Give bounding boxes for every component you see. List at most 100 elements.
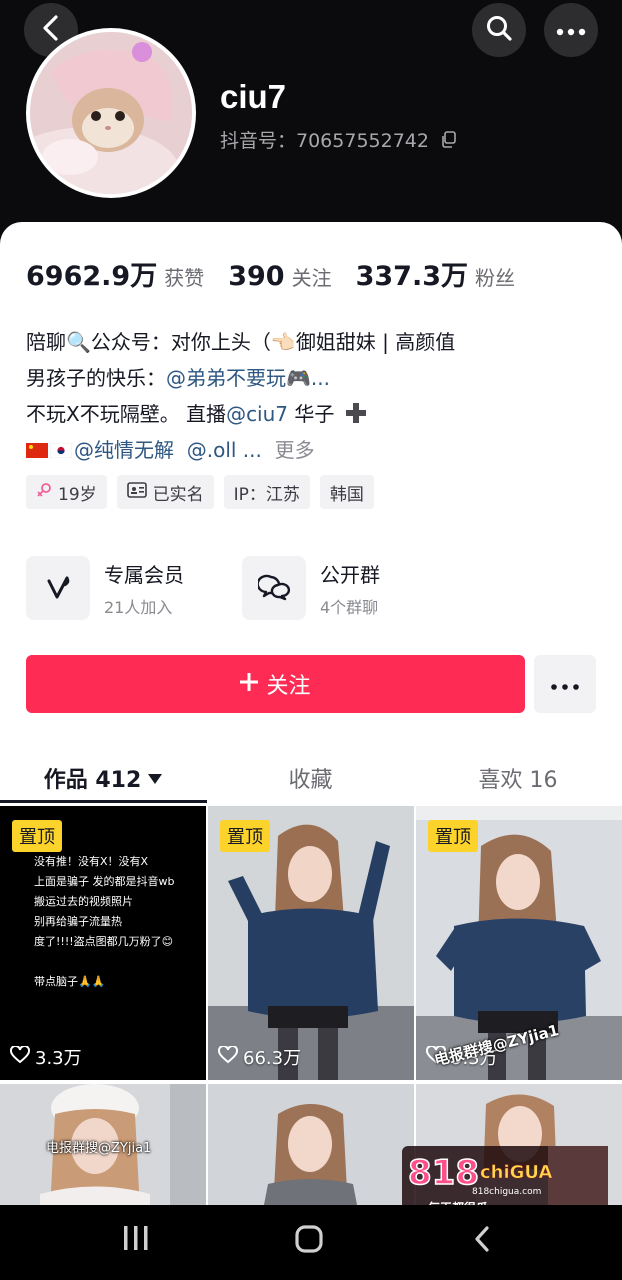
like-count: 3.3万 [10,1044,82,1070]
content-tabs: 作品 412 收藏 喜欢 16 [0,752,622,804]
text-post-line: 度了!!!!盗点图都几万粉了😊 [34,935,174,948]
video-thumb-photo [208,1084,414,1210]
gamepad-emoji-icon: 🎮 [286,366,311,390]
mention-link[interactable]: @纯情无解 [74,438,174,462]
stat-likes-count: 6962.9万 [26,261,158,292]
stat-following-label[interactable]: 关注 [292,262,332,291]
plus-emoji-icon [334,402,366,426]
pointing-hand-emoji-icon: 👈🏻 [270,330,296,354]
video-thumb-text-post[interactable]: 置顶 没有推！没有X！没有X 上面是骗子 发的都是抖音wb 搬运过去的视频照片 … [0,806,206,1080]
pinned-badge: 置顶 [220,820,270,852]
member-subtitle: 21人加入 [104,597,173,617]
korea-flag-icon [49,433,73,459]
tab-works-label: 作品 412 [43,768,142,793]
tag-ip: IP：江苏 [223,475,310,509]
bio: 陪聊🔍公众号：对你上头（👈🏻御姐甜妹 | 高颜值 男孩子的快乐：@弟弟不要玩🎮.… [26,324,606,468]
douyin-id: 抖音号：70657552742 [220,126,457,153]
more-icon [556,21,586,40]
home-button[interactable] [294,1225,324,1257]
tag-verified-text: 已实名 [152,484,204,505]
stats-row: 6962.9万 获赞 390 关注 337.3万 粉丝 [26,254,539,293]
member-title: 专属会员 [104,562,184,587]
text-post-line: 搬运过去的视频照片 [34,895,133,908]
tag-ip-text: IP：江苏 [233,484,300,505]
watermark-text: 电报群搜@ZYjia1 [46,1141,152,1156]
bio-line-3: 不玩X不玩隔壁。 直播@ciu7 华子 [26,396,606,432]
more-bio-link[interactable]: 更多 [275,438,315,462]
back-icon [40,15,62,45]
mention-link[interactable]: @弟弟不要玩 [166,366,286,390]
exclusive-member-entry[interactable]: 专属会员 21人加入 [26,556,184,620]
pinned-badge: 置顶 [428,820,478,852]
stat-followers-count[interactable]: 337.3万 [356,254,468,293]
douyin-id-text: 抖音号：70657552742 [220,130,429,152]
bio-line-1: 陪聊🔍公众号：对你上头（👈🏻御姐甜妹 | 高颜值 [26,324,606,360]
stat-following-count[interactable]: 390 [228,261,284,292]
stat-likes-label: 获赞 [164,266,205,290]
avatar-kitten-image [30,32,192,194]
tag-region-text: 韩国 [329,484,364,505]
home-icon [294,1225,324,1257]
plus-icon [240,672,259,697]
bio-line-2: 男孩子的快乐：@弟弟不要玩🎮... [26,360,606,396]
like-count-text: 3.3万 [35,1048,82,1069]
mention-link[interactable]: @.oll ... [187,438,262,462]
copy-icon[interactable] [441,130,457,153]
recent-apps-icon [122,1226,150,1255]
stat-followers-label[interactable]: 粉丝 [475,262,515,291]
member-v-icon [26,556,90,620]
tab-works[interactable]: 作品 412 [0,752,207,804]
tab-favorites-label: 收藏 [288,768,333,793]
text-post-line: 没有推！没有X！没有X [34,855,149,868]
group-subtitle: 4个群聊 [320,597,379,617]
mention-link[interactable]: @ciu7 [226,402,288,426]
bio-text: 男孩子的快乐： [26,366,166,390]
text-post-line: 别再给骗子流量热 [34,915,122,928]
bio-line-4: @纯情无解 @.oll ... 更多 [26,432,606,468]
avatar[interactable] [26,28,196,198]
username: ciu7 [220,78,287,115]
video-thumb-5[interactable] [208,1084,414,1210]
tab-likes[interactable]: 喜欢 16 [414,752,622,804]
follow-more-button[interactable] [534,655,596,713]
heart-icon [218,1044,238,1069]
bio-text: 御姐甜妹 | 高颜值 [295,330,456,354]
caret-down-icon [141,766,163,791]
china-flag-icon [26,433,48,458]
more-options-button[interactable] [544,3,598,57]
follow-label: 关注 [266,674,311,699]
public-group-entry[interactable]: 公开群 4个群聊 [242,556,380,620]
system-back-button[interactable] [472,1225,492,1257]
active-tab-indicator [0,800,207,803]
tag-age: 19岁 [26,475,107,509]
more-icon [551,675,579,694]
like-count: 66.3万 [218,1044,301,1070]
text-post-line: 带点脑子🙏🙏 [34,975,106,988]
tag-verified: 已实名 [116,475,214,509]
bio-text: 华子 [288,402,335,426]
female-icon [36,482,52,503]
profile-header: ciu7 抖音号：70657552742 [0,0,622,240]
search-button[interactable] [472,3,526,57]
bio-text: 公众号：对你上头（ [90,330,271,354]
tab-likes-label: 喜欢 16 [478,768,558,793]
bio-text: 陪聊 [26,330,66,354]
search-icon [485,14,513,46]
heart-icon [10,1044,30,1069]
follow-button[interactable]: 关注 [26,655,525,713]
recent-apps-button[interactable] [122,1225,150,1255]
id-card-icon [126,481,147,503]
group-title: 公开群 [320,562,380,587]
tag-region: 韩国 [319,475,374,509]
magnifier-emoji-icon: 🔍 [66,330,91,354]
svg-text:818chigua.com: 818chigua.com [472,1187,541,1197]
bio-text: 不玩X不玩隔壁。 直播 [26,402,227,426]
tab-favorites[interactable]: 收藏 [207,752,414,804]
back-chevron-icon [472,1226,492,1257]
tags-row: 19岁 已实名 IP：江苏 韩国 [26,475,374,509]
like-count-text: 66.3万 [243,1048,302,1069]
svg-text:chiGUA: chiGUA [480,1162,552,1183]
video-thumb-2[interactable]: 置顶 66.3万 [208,806,414,1080]
tag-age-text: 19岁 [58,484,97,505]
group-chat-icon [242,556,306,620]
